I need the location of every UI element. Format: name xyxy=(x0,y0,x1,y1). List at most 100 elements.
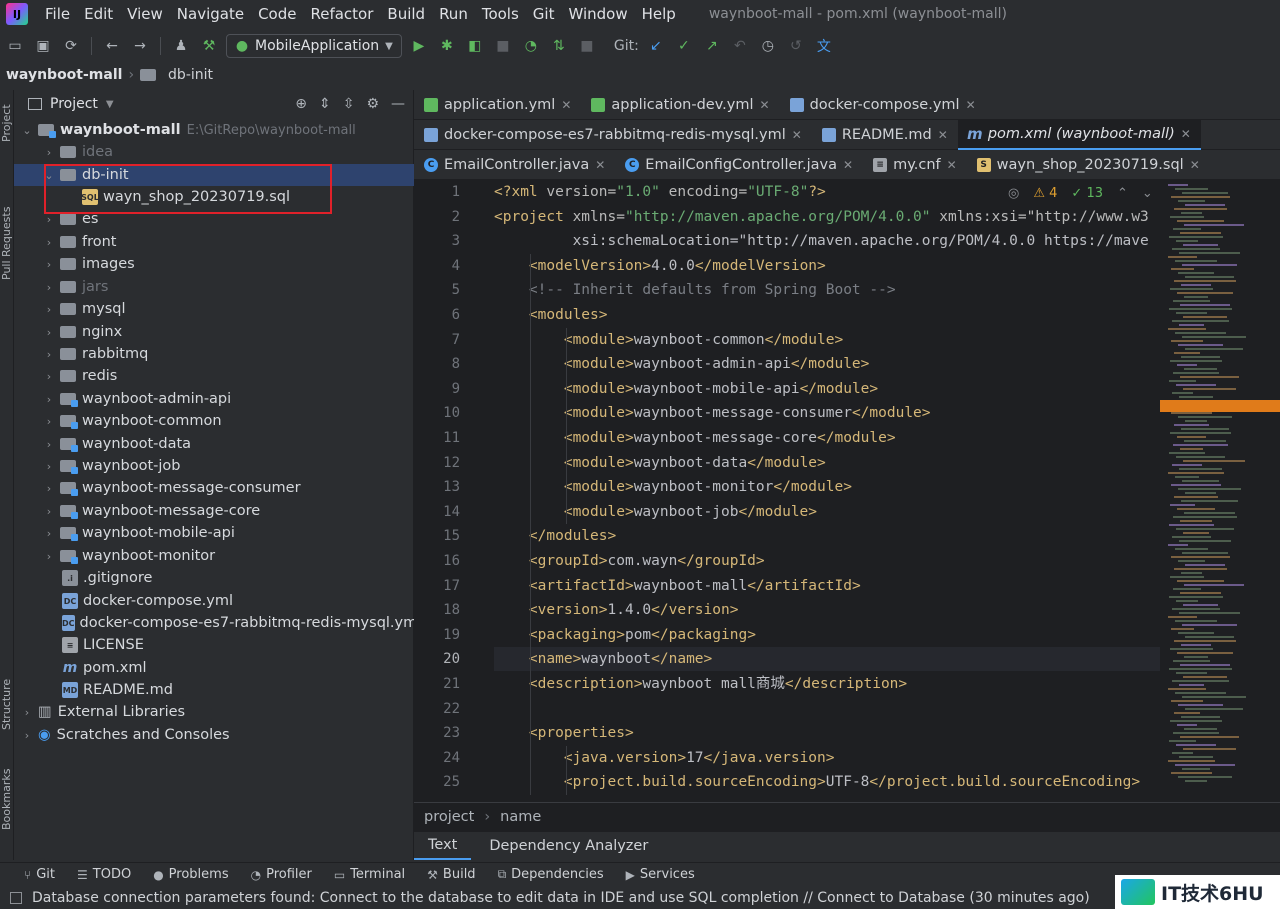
tree-item-docker-compose-es7[interactable]: DC docker-compose-es7-rabbitmq-redis-mys… xyxy=(14,612,421,634)
settings-gear-icon[interactable]: ⚙ xyxy=(366,96,379,112)
chevron-right-icon[interactable]: › xyxy=(42,415,56,428)
tree-item-message-core[interactable]: › waynboot-message-core xyxy=(14,500,414,522)
tree-item-mysql[interactable]: › mysql xyxy=(14,298,414,320)
tree-item-idea[interactable]: › idea xyxy=(14,141,414,163)
tab-wayn-shop-sql[interactable]: Swayn_shop_20230719.sql ✕ xyxy=(967,150,1210,180)
close-icon[interactable]: ✕ xyxy=(947,158,957,172)
code-line[interactable]: <module>waynboot-job</module> xyxy=(494,500,817,524)
chevron-right-icon[interactable]: › xyxy=(42,482,56,495)
tree-item-gitignore[interactable]: .i .gitignore xyxy=(14,567,414,589)
tree-item-front[interactable]: › front xyxy=(14,231,414,253)
project-panel-title[interactable]: Project xyxy=(50,96,98,112)
toolwindow-build[interactable]: ⚒ Build xyxy=(427,867,475,882)
git-commit-icon[interactable]: ✓ xyxy=(673,35,695,57)
tree-item-data[interactable]: › waynboot-data xyxy=(14,433,414,455)
tab-email-controller[interactable]: C EmailController.java ✕ xyxy=(414,150,615,180)
toolwindow-services[interactable]: ▶ Services xyxy=(626,867,695,882)
tab-email-config-controller[interactable]: C EmailConfigController.java ✕ xyxy=(615,150,863,180)
menu-help[interactable]: Help xyxy=(635,5,683,23)
chevron-right-icon[interactable]: › xyxy=(42,146,56,159)
translate-icon[interactable]: 文 xyxy=(813,35,835,57)
run-configuration-select[interactable]: ● MobileApplication ▼ xyxy=(226,34,402,58)
chevron-up-icon[interactable]: ⌃ xyxy=(1117,186,1128,201)
nav-folder[interactable]: db-init xyxy=(168,67,213,83)
run-icon[interactable]: ▶ xyxy=(408,35,430,57)
menu-view[interactable]: View xyxy=(120,5,170,23)
git-update-icon[interactable]: ↙ xyxy=(645,35,667,57)
tab-text[interactable]: Text xyxy=(414,832,472,860)
code-editor[interactable]: <?xml version="1.0" encoding="UTF-8"?> <p… xyxy=(494,180,1174,800)
tree-item-images[interactable]: › images xyxy=(14,253,414,275)
toolwindow-terminal[interactable]: ▭ Terminal xyxy=(334,867,405,882)
close-icon[interactable]: ✕ xyxy=(760,98,770,112)
tree-item-scratches[interactable]: › ◉ Scratches and Consoles xyxy=(14,724,414,746)
profiler-icon[interactable]: ◔ xyxy=(520,35,542,57)
minimize-icon[interactable]: — xyxy=(391,96,405,112)
chevron-down-icon[interactable]: ⌄ xyxy=(20,124,34,137)
locate-icon[interactable]: ⊕ xyxy=(295,96,307,112)
expand-all-icon[interactable]: ⇕ xyxy=(319,96,331,112)
tab-my-cnf[interactable]: ≡ my.cnf ✕ xyxy=(863,150,967,180)
tree-item-monitor[interactable]: › waynboot-monitor xyxy=(14,545,414,567)
chevron-right-icon[interactable]: › xyxy=(42,550,56,563)
close-icon[interactable]: ✕ xyxy=(561,98,571,112)
chevron-right-icon[interactable]: › xyxy=(42,370,56,383)
tab-application-yml[interactable]: application.yml ✕ xyxy=(414,90,581,120)
warnings-count[interactable]: ⚠ 4 xyxy=(1033,186,1057,201)
tree-item-jars[interactable]: › jars xyxy=(14,276,414,298)
git-history-icon[interactable]: ◷ xyxy=(757,35,779,57)
code-line[interactable]: <groupId>com.wayn</groupId> xyxy=(494,549,765,573)
tree-item-external-libraries[interactable]: › ▥ External Libraries xyxy=(14,701,414,723)
toolwindow-dependencies[interactable]: ⧉ Dependencies xyxy=(498,867,604,882)
code-line[interactable]: xsi:schemaLocation="http://maven.apache.… xyxy=(494,229,1149,253)
stop-all-icon[interactable]: ■ xyxy=(576,35,598,57)
inspection-widget[interactable]: ◎ ⚠ 4 ✓ 13 ⌃ ⌄ xyxy=(1008,186,1153,201)
tree-item-rabbitmq[interactable]: › rabbitmq xyxy=(14,343,414,365)
chevron-right-icon[interactable]: › xyxy=(42,281,56,294)
tree-item-common[interactable]: › waynboot-common xyxy=(14,410,414,432)
chevron-right-icon[interactable]: › xyxy=(42,393,56,406)
forward-arrow-icon[interactable]: → xyxy=(129,35,151,57)
chevron-right-icon[interactable]: › xyxy=(20,729,34,742)
code-line[interactable]: <module>waynboot-monitor</module> xyxy=(494,475,852,499)
code-line[interactable]: <name>waynboot</name> xyxy=(494,647,1160,672)
close-icon[interactable]: ✕ xyxy=(1190,158,1200,172)
tree-item-docker-compose[interactable]: DC docker-compose.yml xyxy=(14,590,414,612)
tab-application-dev-yml[interactable]: application-dev.yml ✕ xyxy=(581,90,779,120)
close-icon[interactable]: ✕ xyxy=(843,158,853,172)
structure-stripe-button[interactable]: Structure xyxy=(0,679,13,730)
chevron-right-icon[interactable]: › xyxy=(42,348,56,361)
back-arrow-icon[interactable]: ← xyxy=(101,35,123,57)
collapse-all-icon[interactable]: ⇳ xyxy=(343,96,355,112)
code-line[interactable]: <!-- Inherit defaults from Spring Boot -… xyxy=(494,278,896,302)
tree-item-message-consumer[interactable]: › waynboot-message-consumer xyxy=(14,477,414,499)
debug-icon[interactable]: ✱ xyxy=(436,35,458,57)
attach-icon[interactable]: ⇅ xyxy=(548,35,570,57)
chevron-right-icon[interactable]: › xyxy=(20,706,34,719)
menu-tools[interactable]: Tools xyxy=(475,5,526,23)
tree-item-pom[interactable]: m pom.xml xyxy=(14,657,414,679)
close-icon[interactable]: ✕ xyxy=(595,158,605,172)
sync-icon[interactable]: ⟳ xyxy=(60,35,82,57)
code-line[interactable]: <properties> xyxy=(494,721,634,745)
chevron-right-icon[interactable]: › xyxy=(42,438,56,451)
code-line[interactable]: </modules> xyxy=(494,524,616,548)
toolwindow-profiler[interactable]: ◔ Profiler xyxy=(251,867,312,882)
chevron-down-icon[interactable]: ▼ xyxy=(106,99,114,110)
tab-pom-xml[interactable]: m pom.xml (waynboot-mall) ✕ xyxy=(957,119,1201,150)
git-rollback-icon[interactable]: ↺ xyxy=(785,35,807,57)
breadcrumb-project[interactable]: project xyxy=(424,809,474,825)
project-stripe-button[interactable]: Project xyxy=(0,104,13,142)
tree-root[interactable]: ⌄ waynboot-mall E:\GitRepo\waynboot-mall xyxy=(14,119,414,141)
code-line[interactable]: <module>waynboot-message-consumer</modul… xyxy=(494,401,931,425)
menu-file[interactable]: File xyxy=(38,5,77,23)
save-icon[interactable]: ▣ xyxy=(32,35,54,57)
status-window-icon[interactable] xyxy=(10,891,22,904)
tree-item-job[interactable]: › waynboot-job xyxy=(14,455,414,477)
chevron-right-icon[interactable]: › xyxy=(42,303,56,316)
code-line[interactable]: <modelVersion>4.0.0</modelVersion> xyxy=(494,254,826,278)
tree-item-redis[interactable]: › redis xyxy=(14,365,414,387)
code-line[interactable]: <artifactId>waynboot-mall</artifactId> xyxy=(494,574,861,598)
tab-docker-compose-es7[interactable]: docker-compose-es7-rabbitmq-redis-mysql.… xyxy=(414,120,812,150)
status-message[interactable]: Database connection parameters found: Co… xyxy=(32,890,1090,906)
